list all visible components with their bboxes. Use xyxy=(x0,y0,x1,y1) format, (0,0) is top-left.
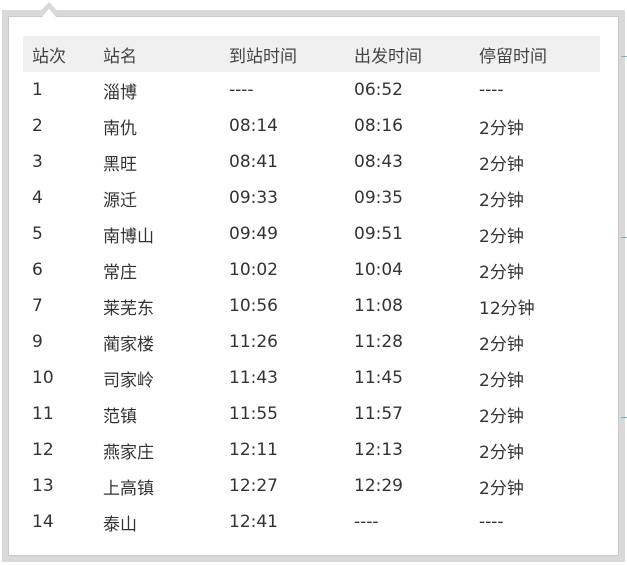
arrival-time: 09:49 xyxy=(229,224,278,244)
edge-mark xyxy=(621,417,627,418)
arrival-time: 10:56 xyxy=(229,296,278,316)
departure-time: 06:52 xyxy=(354,80,403,100)
header-station-name: 站名 xyxy=(103,46,137,67)
table-row: 4 源迁 09:33 09:35 2分钟 xyxy=(23,180,600,216)
station-no: 9 xyxy=(32,332,43,352)
station-no: 1 xyxy=(32,80,43,100)
departure-time: ---- xyxy=(354,512,379,532)
stop-duration: 2分钟 xyxy=(479,262,524,283)
arrival-time: 11:55 xyxy=(229,404,278,424)
table-row: 7 莱芜东 10:56 11:08 12分钟 xyxy=(23,288,600,324)
station-name: 黑旺 xyxy=(103,154,137,175)
stop-duration: ---- xyxy=(479,80,504,100)
station-no: 3 xyxy=(32,152,43,172)
station-no: 14 xyxy=(32,512,54,532)
station-name: 常庄 xyxy=(103,262,137,283)
header-arrival-time: 到站时间 xyxy=(229,46,297,67)
departure-time: 11:45 xyxy=(354,368,403,388)
header-stop-duration: 停留时间 xyxy=(479,46,547,67)
station-name: 燕家庄 xyxy=(103,442,154,463)
station-no: 4 xyxy=(32,188,43,208)
station-name: 蔺家楼 xyxy=(103,334,154,355)
table-row: 10 司家岭 11:43 11:45 2分钟 xyxy=(23,360,600,396)
arrival-time: 12:41 xyxy=(229,512,278,532)
stop-duration: 2分钟 xyxy=(479,334,524,355)
header-departure-time: 出发时间 xyxy=(354,46,422,67)
stop-duration: 2分钟 xyxy=(479,226,524,247)
station-no: 11 xyxy=(32,404,54,424)
table-row: 6 常庄 10:02 10:04 2分钟 xyxy=(23,252,600,288)
stop-schedule-table: 站次 站名 到站时间 出发时间 停留时间 1 淄博 ---- 06:52 ---… xyxy=(23,36,600,540)
station-no: 6 xyxy=(32,260,43,280)
departure-time: 09:35 xyxy=(354,188,403,208)
station-name: 泰山 xyxy=(103,514,137,535)
stop-duration: 12分钟 xyxy=(479,298,535,319)
station-no: 7 xyxy=(32,296,43,316)
table-row: 1 淄博 ---- 06:52 ---- xyxy=(23,72,600,108)
departure-time: 12:13 xyxy=(354,440,403,460)
arrival-time: ---- xyxy=(229,80,254,100)
departure-time: 11:28 xyxy=(354,332,403,352)
station-name: 莱芜东 xyxy=(103,298,154,319)
table-row: 5 南博山 09:49 09:51 2分钟 xyxy=(23,216,600,252)
edge-mark xyxy=(621,56,627,57)
departure-time: 12:29 xyxy=(354,476,403,496)
station-name: 南博山 xyxy=(103,226,154,247)
departure-time: 08:16 xyxy=(354,116,403,136)
header-station-no: 站次 xyxy=(32,46,66,67)
table-header-row: 站次 站名 到站时间 出发时间 停留时间 xyxy=(23,36,600,72)
arrival-time: 12:27 xyxy=(229,476,278,496)
departure-time: 10:04 xyxy=(354,260,403,280)
arrival-time: 08:41 xyxy=(229,152,278,172)
departure-time: 08:43 xyxy=(354,152,403,172)
arrival-time: 11:26 xyxy=(229,332,278,352)
stop-duration: ---- xyxy=(479,512,504,532)
station-name: 源迁 xyxy=(103,190,137,211)
stop-duration: 2分钟 xyxy=(479,370,524,391)
table-row: 2 南仇 08:14 08:16 2分钟 xyxy=(23,108,600,144)
arrival-time: 10:02 xyxy=(229,260,278,280)
station-name: 淄博 xyxy=(103,82,137,103)
stop-duration: 2分钟 xyxy=(479,190,524,211)
departure-time: 11:57 xyxy=(354,404,403,424)
departure-time: 09:51 xyxy=(354,224,403,244)
table-row: 13 上高镇 12:27 12:29 2分钟 xyxy=(23,468,600,504)
arrival-time: 11:43 xyxy=(229,368,278,388)
station-name: 司家岭 xyxy=(103,370,154,391)
popup-caret xyxy=(36,2,62,18)
station-no: 2 xyxy=(32,116,43,136)
table-row: 9 蔺家楼 11:26 11:28 2分钟 xyxy=(23,324,600,360)
stop-duration: 2分钟 xyxy=(479,118,524,139)
station-name: 南仇 xyxy=(103,118,137,139)
station-no: 13 xyxy=(32,476,54,496)
station-name: 范镇 xyxy=(103,406,137,427)
arrival-time: 12:11 xyxy=(229,440,278,460)
stop-duration: 2分钟 xyxy=(479,478,524,499)
station-no: 10 xyxy=(32,368,54,388)
table-row: 3 黑旺 08:41 08:43 2分钟 xyxy=(23,144,600,180)
station-no: 5 xyxy=(32,224,43,244)
station-no: 12 xyxy=(32,440,54,460)
table-row: 11 范镇 11:55 11:57 2分钟 xyxy=(23,396,600,432)
table-row: 12 燕家庄 12:11 12:13 2分钟 xyxy=(23,432,600,468)
station-name: 上高镇 xyxy=(103,478,154,499)
departure-time: 11:08 xyxy=(354,296,403,316)
stop-duration: 2分钟 xyxy=(479,154,524,175)
stop-duration: 2分钟 xyxy=(479,406,524,427)
arrival-time: 08:14 xyxy=(229,116,278,136)
arrival-time: 09:33 xyxy=(229,188,278,208)
edge-mark xyxy=(621,237,627,238)
stop-duration: 2分钟 xyxy=(479,442,524,463)
table-row: 14 泰山 12:41 ---- ---- xyxy=(23,504,600,540)
